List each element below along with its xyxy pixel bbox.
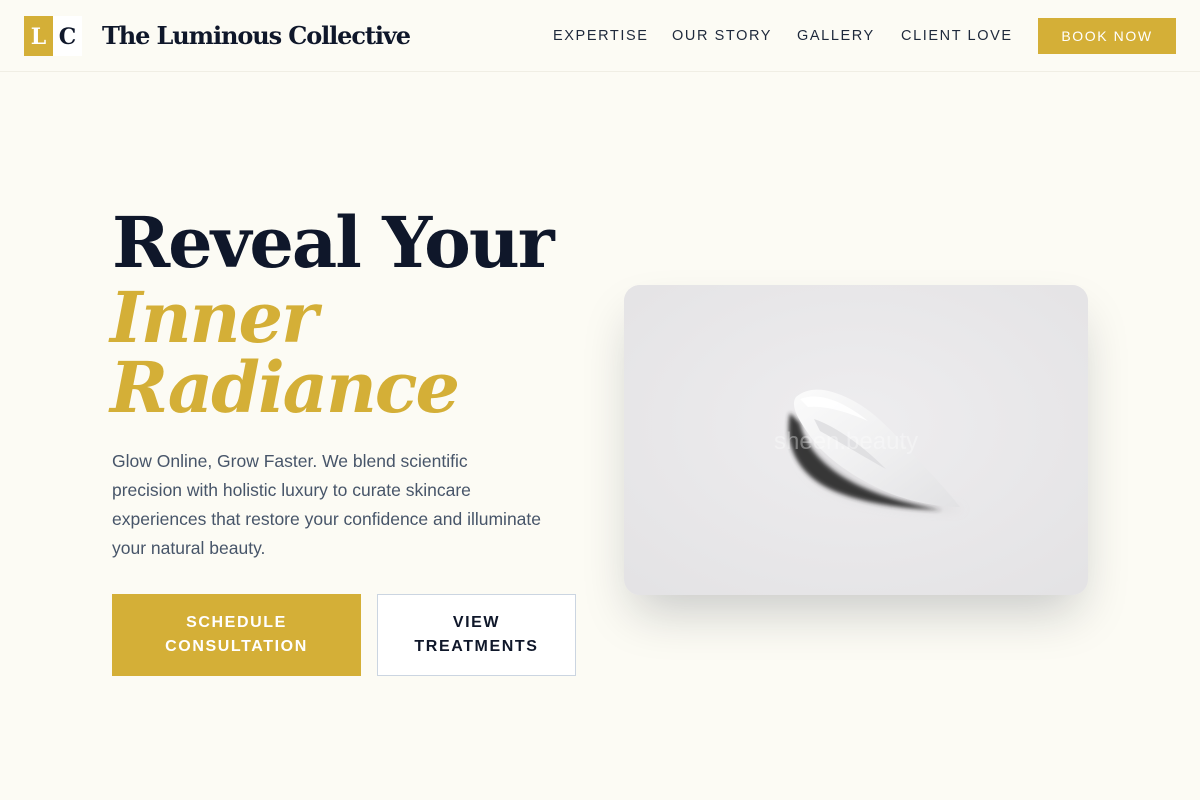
hero-description: Glow Online, Grow Faster. We blend scien…	[112, 451, 541, 558]
hero-title-line-1: Reveal Your	[112, 201, 555, 284]
schedule-consultation-button[interactable]: SCHEDULE CONSULTATION	[112, 594, 361, 676]
image-watermark: sheen.beauty	[774, 428, 919, 455]
nav-link-gallery[interactable]: GALLERY	[797, 26, 875, 46]
nav-link-our-story[interactable]: OUR STORY	[672, 26, 772, 46]
view-treatments-label-line-2: TREATMENTS	[414, 638, 539, 655]
hero-title-line-2: Inner	[110, 276, 318, 359]
schedule-consultation-label-line-2: CONSULTATION	[165, 638, 308, 655]
schedule-consultation-label-line-1: SCHEDULE	[186, 614, 287, 631]
book-now-button[interactable]: BOOK NOW	[1038, 18, 1176, 54]
logo-letter-c: C	[53, 16, 82, 56]
brand-name[interactable]: The Luminous Collective	[102, 20, 411, 52]
view-treatments-label-line-1: VIEW	[452, 614, 501, 631]
nav-link-expertise[interactable]: EXPERTISE	[553, 26, 649, 46]
view-treatments-button[interactable]: VIEW TREATMENTS	[377, 594, 576, 676]
hero-product-image: sheen.beauty	[624, 285, 1088, 595]
logo-letter-l: L	[24, 16, 53, 56]
schedule-consultation-label: SCHEDULE CONSULTATION	[165, 611, 308, 659]
view-treatments-label: VIEW TREATMENTS	[414, 611, 538, 659]
hero-title-line-3: Radiance	[110, 346, 460, 429]
nav-link-client-love[interactable]: CLIENT LOVE	[901, 26, 1013, 46]
logo[interactable]: L C	[24, 16, 82, 56]
site-header: L C The Luminous Collective EXPERTISE OU…	[0, 0, 1200, 72]
